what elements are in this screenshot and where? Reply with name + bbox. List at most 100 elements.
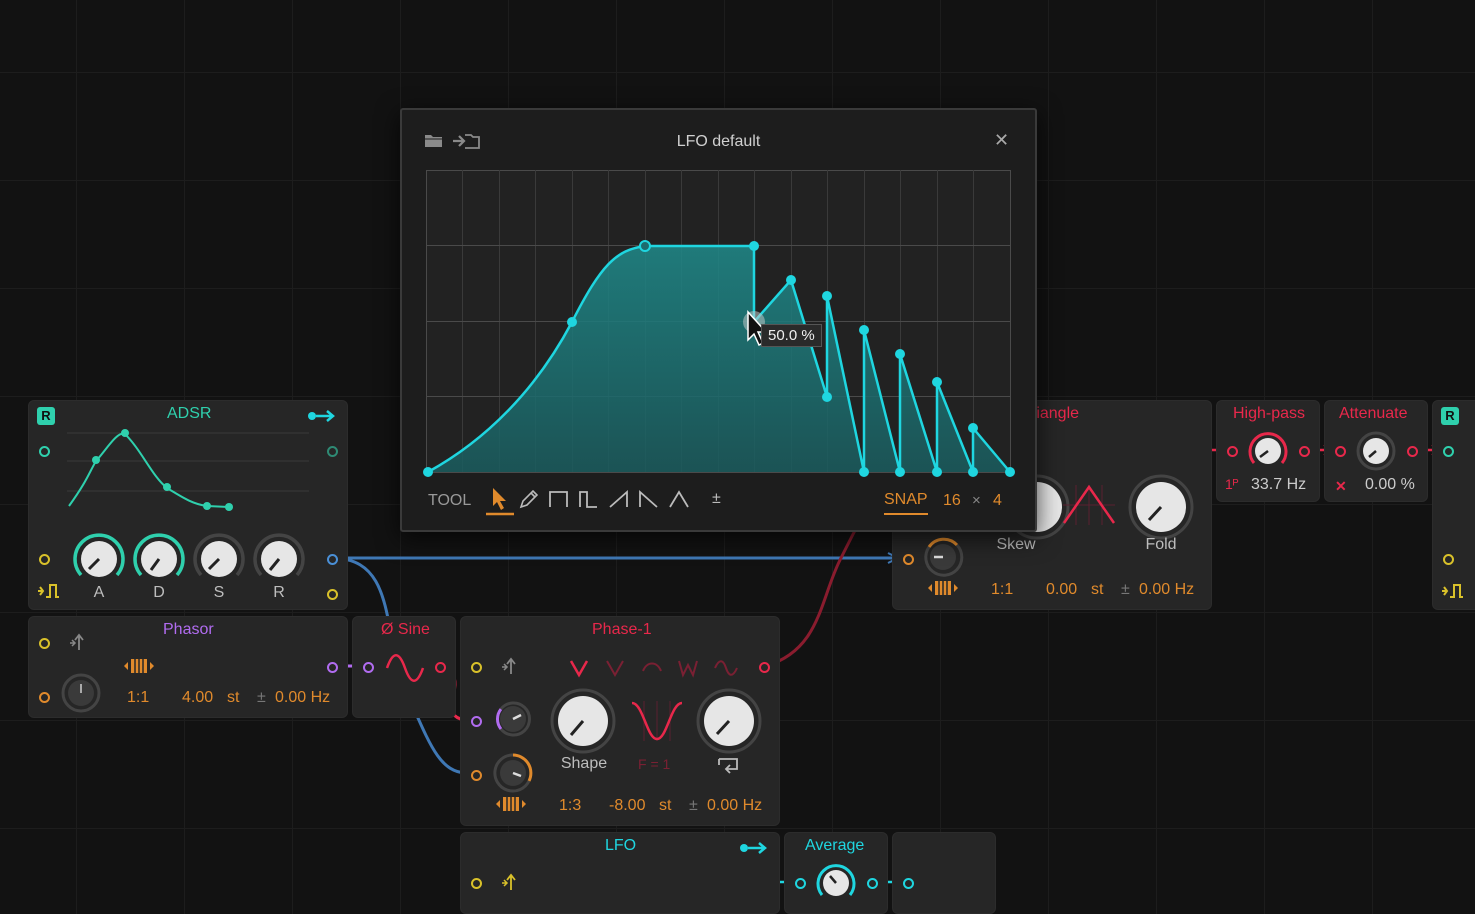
frequency-value[interactable]: 0.00 Hz xyxy=(1139,581,1194,599)
envelope-output-port[interactable] xyxy=(327,554,338,565)
gate-input-port[interactable] xyxy=(39,554,50,565)
piano-keys-icon[interactable] xyxy=(494,795,528,813)
input-port[interactable] xyxy=(903,878,914,889)
output-port[interactable] xyxy=(1299,446,1310,457)
pointer-tool-icon[interactable] xyxy=(486,486,514,516)
attack-knob[interactable] xyxy=(71,531,127,587)
output-arrow-icon[interactable] xyxy=(307,409,337,423)
triangle-tool-icon[interactable] xyxy=(668,490,690,508)
sustain-knob[interactable] xyxy=(191,531,247,587)
realtime-badge[interactable]: R xyxy=(1441,407,1459,425)
gate-input-port[interactable] xyxy=(1443,554,1454,565)
decay-knob[interactable] xyxy=(131,531,187,587)
reset-icon[interactable] xyxy=(69,633,85,651)
end-output-port[interactable] xyxy=(327,589,338,600)
realtime-badge[interactable]: R xyxy=(37,407,55,425)
pitch-input-port[interactable] xyxy=(471,770,482,781)
input-port[interactable] xyxy=(795,878,806,889)
reset-input-port[interactable] xyxy=(471,878,482,889)
value-tooltip: 50.0 % xyxy=(761,324,822,347)
fold-knob[interactable] xyxy=(1127,473,1195,541)
phasor-module: Phasor 1:1 4.00 st ± 0.00 Hz xyxy=(28,616,348,718)
cutoff-value[interactable]: 33.7 Hz xyxy=(1251,476,1306,494)
sustain-label: S xyxy=(213,584,225,601)
module-title: Attenuate xyxy=(1339,405,1408,422)
snap-times-label: × xyxy=(972,492,981,509)
envelope-display[interactable] xyxy=(67,429,309,511)
output-arrow-icon[interactable] xyxy=(739,841,769,855)
frequency-value[interactable]: 0.00 Hz xyxy=(707,797,762,815)
output-port[interactable] xyxy=(327,446,338,457)
pitch-value[interactable]: 4.00 xyxy=(182,689,213,707)
shape-label: Shape xyxy=(560,755,608,772)
filter-order[interactable]: 1ᴾ xyxy=(1225,476,1239,492)
snap-y-value[interactable]: 4 xyxy=(993,492,1002,510)
lfo-module: LFO xyxy=(460,832,780,914)
adsr-module: R ADSR A D S R xyxy=(28,400,348,610)
dialog-title: LFO default xyxy=(676,133,761,150)
right-module: R xyxy=(1432,400,1475,610)
cutoff-knob[interactable] xyxy=(1246,431,1290,471)
module-title: ADSR xyxy=(167,405,212,422)
fold-knob[interactable] xyxy=(695,687,763,755)
reset-input-port[interactable] xyxy=(39,638,50,649)
highpass-module: High-pass 1ᴾ 33.7 Hz xyxy=(1216,400,1320,502)
attenuate-module: Attenuate ✕ 0.00 % xyxy=(1324,400,1428,502)
amount-value[interactable]: 0.00 % xyxy=(1365,476,1415,494)
input-port[interactable] xyxy=(1227,446,1238,457)
reset-icon[interactable] xyxy=(501,873,517,891)
ratio-value[interactable]: 1:3 xyxy=(559,797,581,815)
pencil-tool-icon[interactable] xyxy=(518,488,540,510)
waveform-selector[interactable] xyxy=(569,657,739,679)
phase-mod-knob[interactable] xyxy=(491,699,535,739)
decay-label: D xyxy=(153,584,165,601)
pitch-input-port[interactable] xyxy=(903,554,914,565)
pulse-tool-icon[interactable] xyxy=(578,490,600,508)
multiply-icon[interactable]: ✕ xyxy=(1335,478,1347,495)
module-title: Phasor xyxy=(163,621,214,638)
input-port[interactable] xyxy=(1335,446,1346,457)
output-port[interactable] xyxy=(867,878,878,889)
plusminus-label: ± xyxy=(689,797,698,814)
pitch-value[interactable]: 0.00 xyxy=(1046,581,1077,599)
close-icon[interactable]: ✕ xyxy=(994,130,1009,151)
reset-icon[interactable] xyxy=(501,657,517,675)
snap-x-value[interactable]: 16 xyxy=(943,492,961,510)
shape-knob[interactable] xyxy=(549,687,617,755)
phase-input-port[interactable] xyxy=(471,716,482,727)
square-tool-icon[interactable] xyxy=(548,490,570,508)
output-port[interactable] xyxy=(1407,446,1418,457)
phase1-module: Phase-1 Shape F = 1 1:3 -8.00 st ± 0.00 … xyxy=(460,616,780,826)
pitch-unit: st xyxy=(227,689,240,706)
ramp-up-tool-icon[interactable] xyxy=(608,490,630,508)
bipolar-toggle[interactable]: ± xyxy=(712,490,721,508)
piano-keys-icon[interactable] xyxy=(122,657,156,675)
tool-label: TOOL xyxy=(428,492,472,509)
reset-input-port[interactable] xyxy=(471,662,482,673)
gate-icon xyxy=(1442,584,1463,598)
lfo-curve-editor[interactable] xyxy=(423,170,1015,477)
output-port[interactable] xyxy=(759,662,770,673)
snap-toggle[interactable]: SNAP xyxy=(884,491,928,515)
release-knob[interactable] xyxy=(251,531,307,587)
average-knob[interactable] xyxy=(814,863,858,903)
input-port[interactable] xyxy=(39,446,50,457)
sine-wave-icon xyxy=(385,654,425,682)
pitch-mod-knob[interactable] xyxy=(921,537,965,577)
phase-input-port[interactable] xyxy=(363,662,374,673)
retrigger-icon[interactable] xyxy=(717,757,739,775)
offset-knob[interactable] xyxy=(59,673,103,713)
ratio-value[interactable]: 1:1 xyxy=(127,689,149,707)
piano-keys-icon[interactable] xyxy=(926,579,960,597)
ramp-down-tool-icon[interactable] xyxy=(638,490,660,508)
output-port[interactable] xyxy=(435,662,446,673)
frequency-value[interactable]: 0.00 Hz xyxy=(275,689,330,707)
input-port[interactable] xyxy=(1443,446,1454,457)
amount-knob[interactable] xyxy=(1354,431,1398,471)
module-title: riangle xyxy=(1031,405,1080,422)
phase-output-port[interactable] xyxy=(327,662,338,673)
ratio-value[interactable]: 1:1 xyxy=(991,581,1013,599)
pitch-input-port[interactable] xyxy=(39,692,50,703)
pitch-mod-knob[interactable] xyxy=(491,753,535,793)
pitch-value[interactable]: -8.00 xyxy=(609,797,645,815)
